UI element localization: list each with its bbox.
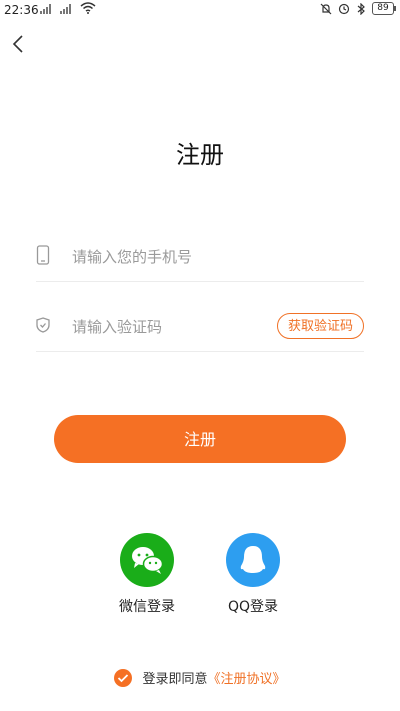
mute-bell-icon (320, 3, 332, 14)
qq-icon-circle (226, 533, 280, 587)
agree-checkbox[interactable] (114, 668, 133, 687)
status-right-icons: 89 (320, 2, 396, 15)
back-button[interactable] (8, 30, 32, 58)
check-icon (118, 673, 129, 682)
signal-icon (40, 4, 51, 14)
agreement-text: 登录即同意 (142, 672, 208, 687)
signal-icon-2 (60, 4, 71, 14)
phone-icon (36, 245, 50, 265)
wifi-icon (80, 2, 96, 14)
status-time: 22:36 (4, 3, 39, 17)
status-left-icons (40, 2, 96, 14)
register-button[interactable]: 注册 (54, 415, 346, 463)
phone-field (36, 233, 364, 282)
battery-icon: 89 (372, 2, 396, 15)
qq-login-label: QQ登录 (227, 599, 279, 615)
battery-level: 89 (377, 3, 389, 13)
code-field: 获取验证码 (36, 303, 364, 352)
status-bar: 22:36 89 (0, 0, 400, 22)
qq-icon (240, 546, 266, 573)
wechat-icon (132, 547, 164, 574)
get-code-button[interactable]: 获取验证码 (276, 313, 364, 339)
wechat-login-label: 微信登录 (119, 599, 175, 615)
shield-icon (36, 317, 50, 333)
chevron-left-icon (12, 35, 23, 53)
agreement-link[interactable]: 《注册协议》 (208, 668, 286, 687)
code-input[interactable] (70, 311, 294, 343)
wechat-icon-circle (120, 533, 174, 587)
phone-input[interactable] (70, 241, 294, 273)
alarm-icon (338, 3, 350, 14)
page-title: 注册 (176, 141, 224, 169)
qq-login-button[interactable]: QQ登录 (213, 533, 293, 616)
wechat-login-button[interactable]: 微信登录 (107, 533, 187, 616)
bluetooth-icon (357, 2, 365, 15)
agreement-row: 登录即同意 《注册协议》 (0, 668, 400, 687)
